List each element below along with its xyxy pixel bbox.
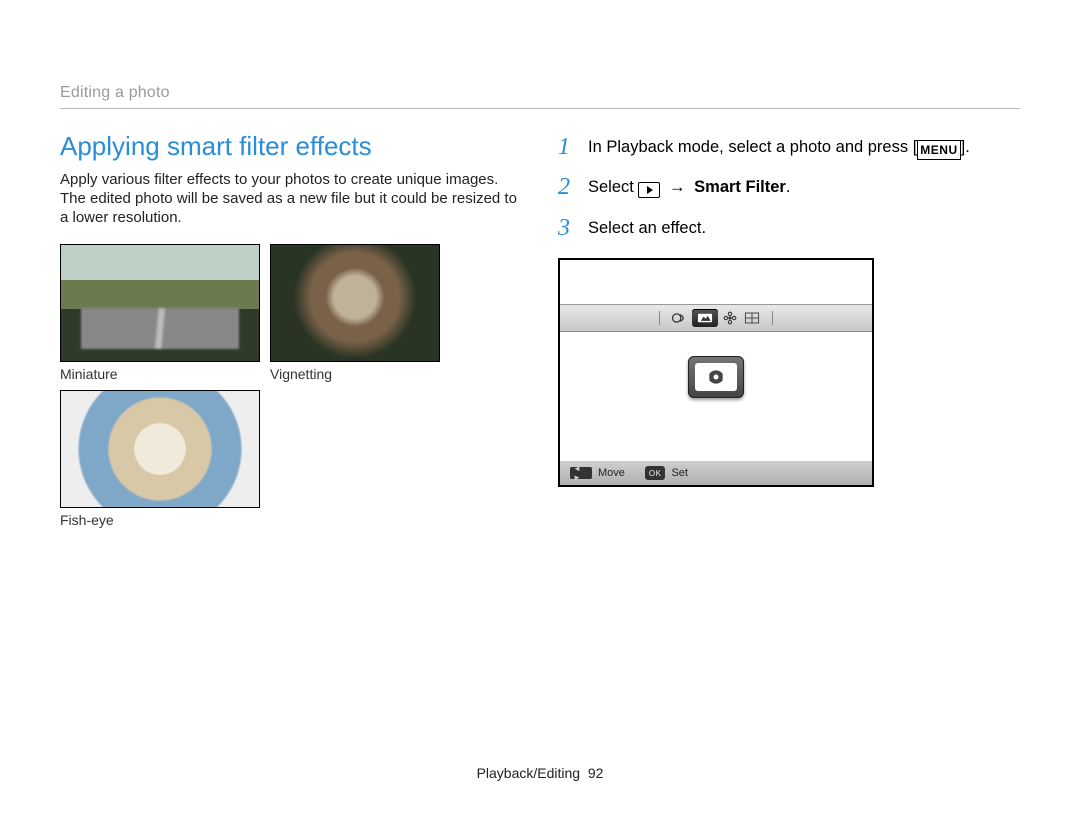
menu-button-icon: MENU [917, 140, 960, 160]
ok-button-icon: OK [645, 466, 666, 480]
lcd-bottom-bar: ◄ ► Move OK Set [560, 461, 872, 485]
step-1: 1 In Playback mode, select a photo and p… [558, 131, 1020, 163]
step-text: ]. [961, 138, 970, 156]
step-2: 2 Select → Smart Filter. [558, 171, 1020, 203]
thumb-caption: Miniature [60, 366, 260, 382]
step-text: . [786, 178, 791, 196]
page-footer: Playback/Editing 92 [0, 765, 1080, 781]
thumb-fisheye [60, 390, 260, 508]
footer-page: 92 [588, 765, 604, 781]
step-text: Select [588, 178, 638, 196]
step-text: In Playback mode, select a photo and pre… [588, 138, 917, 156]
thumb-vignetting [270, 244, 440, 362]
lcd-move-label: Move [598, 467, 625, 479]
filter-selected-icon [692, 309, 718, 327]
filter-flower-icon [720, 311, 740, 325]
step-text: Select an effect. [588, 219, 706, 237]
step-3: 3 Select an effect. [558, 212, 1020, 244]
step-number: 3 [558, 212, 578, 244]
section-heading: Applying smart filter effects [60, 131, 522, 162]
camera-lcd: ◄ ► Move OK Set [558, 258, 874, 487]
thumb-miniature [60, 244, 260, 362]
thumb-caption: Fish-eye [60, 512, 260, 528]
footer-section: Playback/Editing [477, 765, 581, 781]
filter-normal-icon [670, 311, 690, 325]
hr-divider [60, 108, 1020, 109]
playback-icon [638, 182, 660, 198]
lcd-top-bar [560, 304, 872, 332]
breadcrumb: Editing a photo [60, 84, 1020, 102]
arrow-right-icon: → [669, 176, 686, 198]
thumb-caption: Vignetting [270, 366, 440, 382]
step-bold: Smart Filter [694, 178, 786, 196]
left-right-icon: ◄ ► [570, 467, 592, 479]
section-paragraph: Apply various filter effects to your pho… [60, 170, 522, 228]
step-number: 1 [558, 131, 578, 163]
lcd-center-preview [688, 356, 744, 398]
step-number: 2 [558, 171, 578, 203]
filter-grid-icon [742, 311, 762, 325]
lcd-set-label: Set [671, 467, 688, 479]
